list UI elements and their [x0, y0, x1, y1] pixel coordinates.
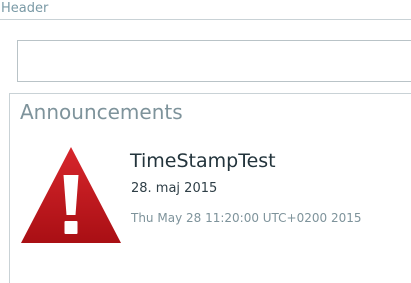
header-divider	[0, 19, 411, 20]
header-label: Header	[1, 1, 49, 16]
announcements-title: Announcements	[20, 100, 183, 124]
text-input-box[interactable]	[17, 40, 411, 82]
page-header: Header	[0, 0, 411, 21]
warning-exclamation-dot	[64, 221, 78, 234]
announcements-panel: Announcements TimeStampTest 28. maj 2015…	[9, 93, 411, 283]
announcement-timestamp: Thu May 28 11:20:00 UTC+0200 2015	[131, 211, 362, 225]
warning-icon	[21, 147, 121, 243]
announcement-title[interactable]: TimeStampTest	[130, 149, 276, 173]
announcement-date: 28. maj 2015	[131, 181, 218, 196]
